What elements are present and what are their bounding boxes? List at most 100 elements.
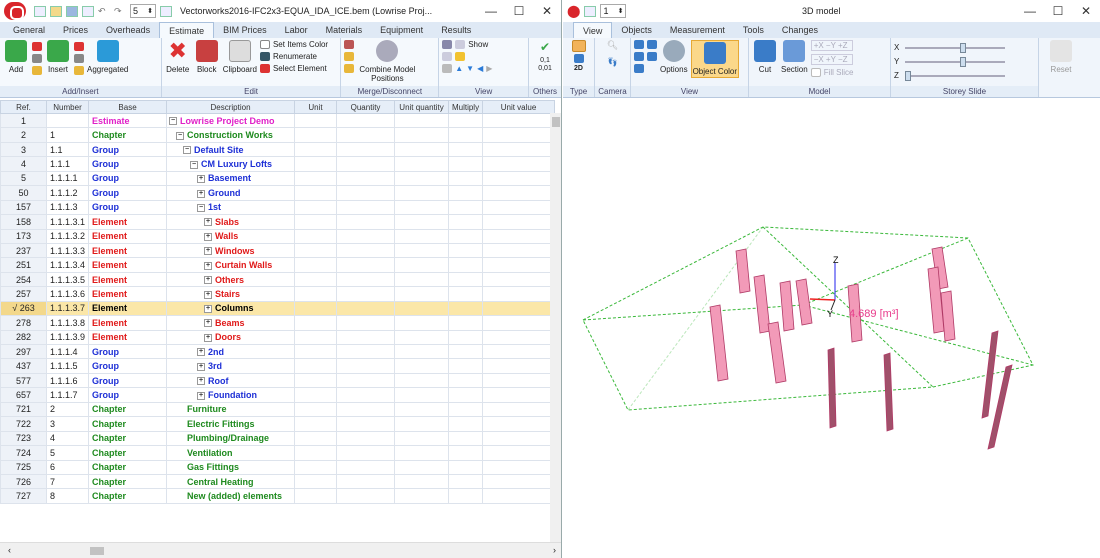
cell-multiply[interactable] xyxy=(448,445,484,461)
model-tab-objects[interactable]: Objects xyxy=(612,22,661,38)
add-button[interactable]: Add xyxy=(3,40,29,74)
cell-unit-quantity[interactable] xyxy=(394,387,450,403)
cell-description[interactable]: + Stairs xyxy=(166,286,296,302)
view-toggle-icon[interactable] xyxy=(160,5,172,17)
table-row[interactable]: 282 1.1.1.3.9 Element + Doors xyxy=(0,329,556,346)
table-row[interactable]: 3 1.1 Group − Default Site xyxy=(0,141,556,158)
cell-unit-quantity[interactable] xyxy=(394,127,450,143)
table-row[interactable]: 173 1.1.1.3.2 Element + Walls xyxy=(0,228,556,244)
cell-unit-value[interactable] xyxy=(482,156,556,172)
cell-number[interactable]: 1.1.1.3.3 xyxy=(45,242,90,259)
cell-number[interactable]: 1.1.1.3.2 xyxy=(45,228,90,244)
z-knob[interactable] xyxy=(904,70,911,81)
cell-ref[interactable]: 5 xyxy=(0,170,47,187)
cell-unit[interactable] xyxy=(294,127,338,143)
scroll-left-icon[interactable]: ‹ xyxy=(8,545,11,555)
y-knob[interactable] xyxy=(960,56,967,67)
undo-icon[interactable]: ↶ xyxy=(98,6,110,17)
cell-unit-quantity[interactable] xyxy=(394,214,450,230)
view-dots-icon-5[interactable] xyxy=(647,52,657,61)
table-row[interactable]: 237 1.1.1.3.3 Element + Windows xyxy=(0,242,556,259)
cell-multiply[interactable] xyxy=(448,170,484,187)
vertical-scrollbar[interactable] xyxy=(550,113,561,543)
close-icon[interactable]: ✕ xyxy=(533,4,561,18)
cell-unit-value[interactable] xyxy=(482,286,556,302)
cell-base[interactable]: Group xyxy=(88,141,168,158)
cell-number[interactable]: 1.1.1.3.8 xyxy=(45,315,90,331)
cell-unit-quantity[interactable] xyxy=(394,141,450,158)
collapse-icon[interactable]: − xyxy=(190,160,199,169)
column-header-multiply[interactable]: Multiply xyxy=(448,100,484,114)
cell-unit[interactable] xyxy=(294,271,338,288)
cell-multiply[interactable] xyxy=(448,488,484,504)
cell-quantity[interactable] xyxy=(336,286,396,302)
cell-description[interactable]: + Doors xyxy=(166,329,296,346)
cell-number[interactable]: 1.1.1.4 xyxy=(45,343,90,360)
cell-unit-quantity[interactable] xyxy=(394,228,450,244)
expand-icon[interactable]: + xyxy=(197,362,206,371)
column-header-unit-quantity[interactable]: Unit quantity xyxy=(394,100,450,114)
expand-icon[interactable]: + xyxy=(204,247,213,256)
cell-number[interactable] xyxy=(45,112,90,129)
y-track[interactable] xyxy=(905,56,1006,67)
table-row[interactable]: 278 1.1.1.3.8 Element + Beams xyxy=(0,315,556,331)
cell-unit[interactable] xyxy=(294,358,338,374)
renumerate-button[interactable]: Renumerate xyxy=(259,52,328,61)
cell-ref[interactable]: 297 xyxy=(0,343,47,360)
column-header-quantity[interactable]: Quantity xyxy=(336,100,396,114)
cell-base[interactable]: Group xyxy=(88,185,168,201)
cell-unit-quantity[interactable] xyxy=(394,185,450,201)
tab-overheads[interactable]: Overheads xyxy=(97,22,159,38)
cell-unit-quantity[interactable] xyxy=(394,271,450,288)
cell-quantity[interactable] xyxy=(336,257,396,273)
merge-icon-1[interactable] xyxy=(344,40,355,49)
cell-unit-value[interactable] xyxy=(482,459,556,475)
cell-ref[interactable]: 50 xyxy=(0,185,47,201)
column-header-number[interactable]: Number xyxy=(45,100,90,114)
cell-unit-value[interactable] xyxy=(482,372,556,389)
column-header-ref[interactable]: Ref. xyxy=(0,100,47,114)
column-element[interactable] xyxy=(709,304,729,382)
cell-description[interactable]: +3rd xyxy=(166,358,296,374)
collapse-icon[interactable]: − xyxy=(197,203,206,212)
expand-icon[interactable]: + xyxy=(204,232,213,241)
cell-multiply[interactable] xyxy=(448,343,484,360)
cell-ref[interactable]: 722 xyxy=(0,416,47,432)
cell-description[interactable]: + Others xyxy=(166,271,296,288)
cell-unit-value[interactable] xyxy=(482,329,556,346)
table-row[interactable]: √ 263 1.1.1.3.7 Element + Columns xyxy=(0,300,556,317)
cell-description[interactable]: Central Heating xyxy=(166,473,296,490)
cell-base[interactable]: Element xyxy=(88,242,168,259)
cell-quantity[interactable] xyxy=(336,242,396,259)
cell-multiply[interactable] xyxy=(448,286,484,302)
cell-multiply[interactable] xyxy=(448,416,484,432)
cell-quantity[interactable] xyxy=(336,214,396,230)
cell-quantity[interactable] xyxy=(336,156,396,172)
tab-results[interactable]: Results xyxy=(432,22,480,38)
select-element-button[interactable]: Select Element xyxy=(259,64,328,73)
cell-quantity[interactable] xyxy=(336,343,396,360)
table-row[interactable]: 727 8 Chapter New (added) elements xyxy=(0,488,556,504)
cell-quantity[interactable] xyxy=(336,358,396,374)
3d-viewport[interactable]: Z Y 4.689 [m³] xyxy=(563,105,1100,558)
cell-unit-quantity[interactable] xyxy=(394,156,450,172)
model-tab-tools[interactable]: Tools xyxy=(734,22,773,38)
expand-icon[interactable]: + xyxy=(204,218,213,227)
cell-base[interactable]: Group xyxy=(88,372,168,389)
cell-unit-quantity[interactable] xyxy=(394,401,450,418)
arrow-up-icon[interactable]: ▲ xyxy=(455,64,463,73)
cell-description[interactable]: − CM Luxury Lofts xyxy=(166,156,296,172)
new-file-icon[interactable] xyxy=(34,5,46,17)
expand-icon[interactable]: + xyxy=(197,175,206,184)
view-grid-icon[interactable] xyxy=(442,40,453,49)
reset-button[interactable]: Reset xyxy=(1048,40,1074,74)
cell-multiply[interactable] xyxy=(448,185,484,201)
cell-ref[interactable]: 237 xyxy=(0,242,47,259)
cell-unit-value[interactable] xyxy=(482,228,556,244)
cell-multiply[interactable] xyxy=(448,156,484,172)
column-header-unit[interactable]: Unit xyxy=(294,100,338,114)
cell-ref[interactable]: 3 xyxy=(0,141,47,158)
column-element[interactable] xyxy=(883,352,894,432)
expand-icon[interactable]: + xyxy=(204,333,213,342)
view-dots-icon-1[interactable] xyxy=(634,40,644,49)
